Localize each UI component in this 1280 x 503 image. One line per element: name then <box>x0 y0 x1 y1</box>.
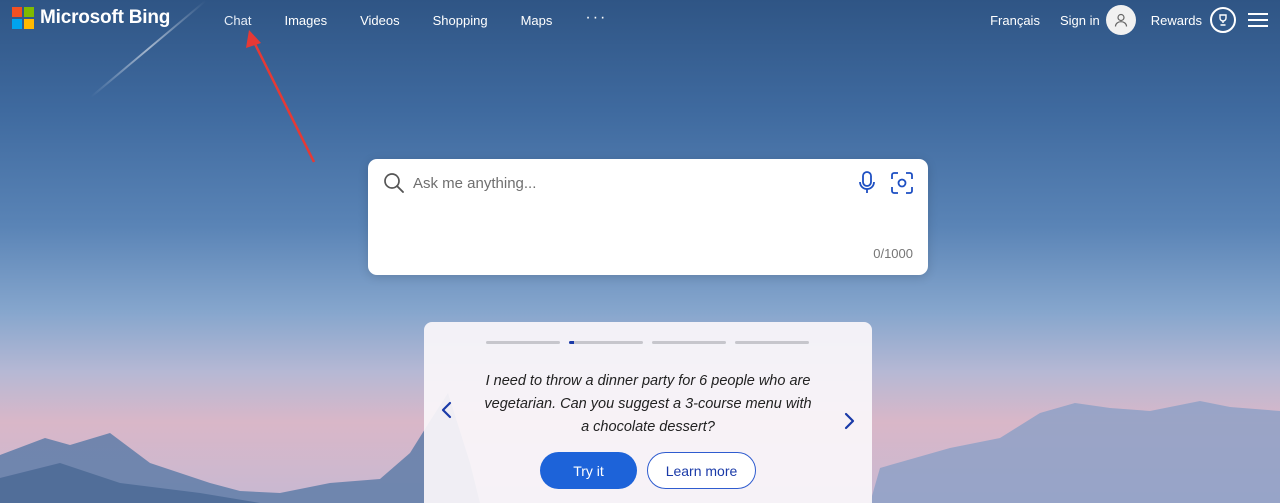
suggestion-card: I need to throw a dinner party for 6 peo… <box>424 322 872 503</box>
character-counter: 0/1000 <box>873 246 913 261</box>
search-icon <box>384 173 404 193</box>
carousel-indicator[interactable] <box>486 341 560 344</box>
microphone-icon[interactable] <box>858 171 876 195</box>
visual-search-icon[interactable] <box>890 171 914 195</box>
try-it-button[interactable]: Try it <box>540 452 637 489</box>
chevron-right-icon[interactable] <box>842 401 856 441</box>
search-input[interactable] <box>413 172 843 194</box>
learn-more-button[interactable]: Learn more <box>647 452 756 489</box>
suggestion-prompt: I need to throw a dinner party for 6 peo… <box>484 373 812 435</box>
carousel-indicator[interactable] <box>569 341 643 344</box>
carousel-indicator[interactable] <box>652 341 726 344</box>
indicator-fill <box>569 341 575 344</box>
chevron-left-icon[interactable] <box>440 401 454 419</box>
search-box[interactable]: 0/1000 <box>368 159 928 275</box>
carousel-indicators <box>486 341 809 344</box>
carousel-indicator[interactable] <box>735 341 809 344</box>
